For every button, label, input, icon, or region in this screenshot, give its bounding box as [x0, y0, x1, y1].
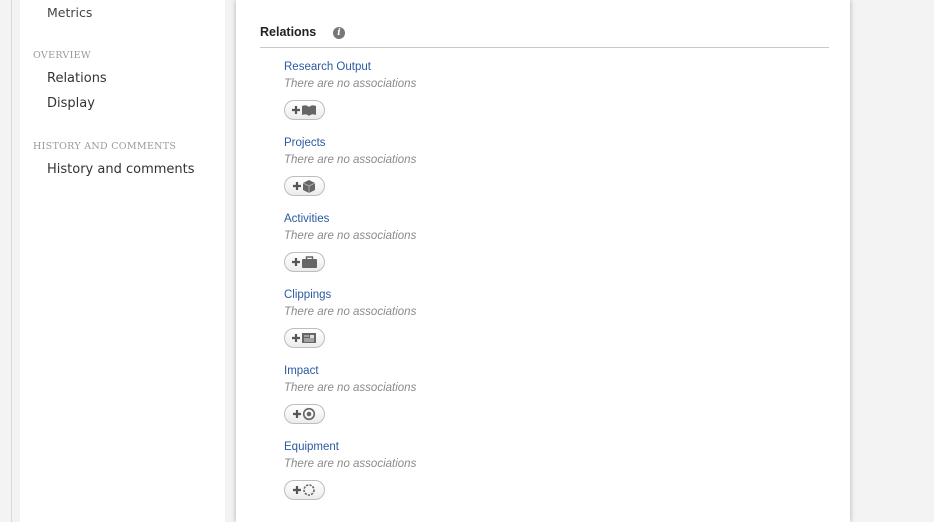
relation-empty-text: There are no associations — [284, 382, 417, 394]
relation-group-projects: Projects There are no associations — [284, 136, 684, 196]
sidebar: Metrics OVERVIEW Relations Display HISTO… — [20, 0, 225, 522]
relation-group-equipment: Equipment There are no associations — [284, 440, 684, 500]
relation-empty-text: There are no associations — [284, 306, 417, 318]
relation-empty-text: There are no associations — [284, 154, 417, 166]
relations-title: Relations — [260, 25, 317, 39]
add-equipment-button[interactable] — [284, 480, 325, 500]
add-cube-icon — [292, 180, 315, 193]
relation-empty-text: There are no associations — [284, 458, 417, 470]
add-project-button[interactable] — [284, 176, 325, 196]
relation-empty-text: There are no associations — [284, 230, 417, 242]
add-target-icon — [292, 407, 315, 421]
relation-group-impact: Impact There are no associations — [284, 364, 684, 424]
add-book-icon — [291, 105, 316, 116]
relation-title[interactable]: Impact — [284, 364, 684, 378]
add-activity-button[interactable] — [284, 252, 325, 272]
sidebar-section-history: HISTORY AND COMMENTS — [33, 141, 177, 152]
relation-group-activities: Activities There are no associations — [284, 212, 684, 272]
add-ring-icon — [292, 484, 315, 496]
relation-title[interactable]: Clippings — [284, 288, 684, 302]
info-icon[interactable]: i — [333, 27, 345, 39]
relation-title[interactable]: Projects — [284, 136, 684, 150]
relation-title[interactable]: Activities — [284, 212, 684, 226]
sidebar-item-display[interactable]: Display — [47, 96, 95, 111]
page: Metrics OVERVIEW Relations Display HISTO… — [0, 0, 934, 522]
relations-panel: Relations i Research Output There are no… — [236, 0, 850, 522]
sidebar-item-relations[interactable]: Relations — [47, 71, 107, 86]
relation-title[interactable]: Research Output — [284, 60, 684, 74]
add-briefcase-icon — [291, 256, 317, 268]
relation-group-clippings: Clippings There are no associations — [284, 288, 684, 348]
add-research-output-button[interactable] — [284, 100, 325, 120]
relation-group-research-output: Research Output There are no association… — [284, 60, 684, 120]
left-border-line — [11, 0, 12, 522]
sidebar-item-history-and-comments[interactable]: History and comments — [47, 162, 195, 177]
add-newspaper-icon — [291, 333, 316, 343]
sidebar-item-metrics[interactable]: Metrics — [47, 5, 92, 20]
relation-empty-text: There are no associations — [284, 78, 417, 90]
relation-title[interactable]: Equipment — [284, 440, 684, 454]
add-impact-button[interactable] — [284, 404, 325, 424]
sidebar-section-overview: OVERVIEW — [33, 50, 91, 61]
relations-header: Relations i — [260, 25, 829, 48]
add-clipping-button[interactable] — [284, 328, 325, 348]
